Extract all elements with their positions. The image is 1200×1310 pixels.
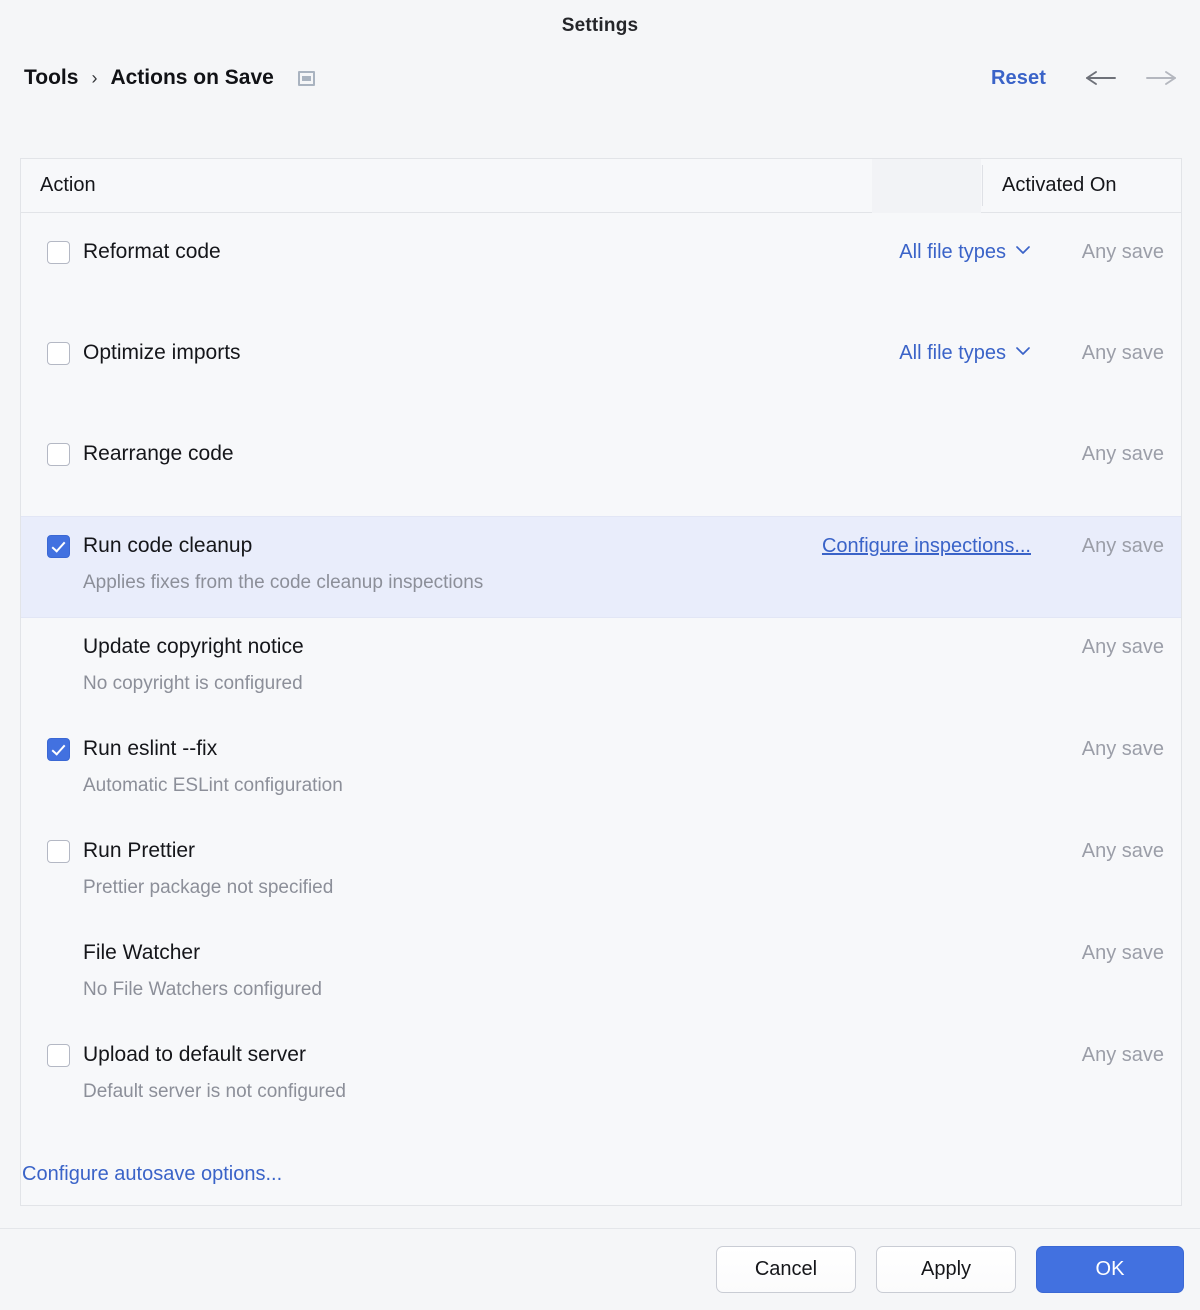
row-labels: Update copyright notice No copyright is c… (83, 634, 1181, 695)
dialog-footer: Cancel Apply OK (0, 1229, 1200, 1310)
row-activated-on: Any save (1082, 738, 1164, 761)
row-title: Rearrange code (83, 441, 1181, 466)
table-row[interactable]: Update copyright notice No copyright is c… (21, 618, 1181, 720)
column-divider[interactable] (982, 165, 983, 206)
row-title: Run eslint --fix (83, 736, 1181, 761)
row-labels: Run eslint --fix Automatic ESLint configu… (83, 736, 1181, 797)
row-checkbox[interactable] (47, 840, 70, 863)
table-row[interactable]: Rearrange codeAny save (21, 415, 1181, 516)
row-config-cell: Configure inspections... (822, 535, 1031, 558)
row-checkbox[interactable] (47, 241, 70, 264)
chevron-down-icon (1015, 339, 1031, 362)
row-subtitle: Applies fixes from the code cleanup insp… (83, 571, 1181, 594)
breadcrumb-separator-icon: › (91, 68, 97, 89)
row-activated-on: Any save (1082, 840, 1164, 863)
column-header-activated-on[interactable]: Activated On (1002, 174, 1117, 197)
table-row[interactable]: Run code cleanupApplies fixes from the c… (21, 516, 1181, 618)
breadcrumb-root[interactable]: Tools (24, 66, 78, 90)
row-checkbox[interactable] (47, 342, 70, 365)
table-header-row: Action Activated On (21, 159, 1181, 213)
file-types-dropdown-label: All file types (899, 241, 1006, 263)
row-title: Update copyright notice (83, 634, 1181, 659)
dialog-titlebar: Settings (0, 0, 1200, 52)
row-checkbox[interactable] (47, 535, 70, 558)
panel-icon[interactable] (298, 71, 315, 86)
reset-button[interactable]: Reset (991, 67, 1046, 90)
panel-icon-inner (302, 76, 311, 81)
table-row[interactable]: Reformat codeAll file typesAny save (21, 213, 1181, 314)
breadcrumb-current: Actions on Save (110, 66, 273, 90)
column-header-action[interactable]: Action (21, 174, 96, 197)
row-activated-on: Any save (1082, 535, 1164, 558)
row-subtitle: No copyright is configured (83, 672, 1181, 695)
configure-autosave-link[interactable]: Configure autosave options... (22, 1163, 282, 1186)
row-labels: File Watcher No File Watchers configured (83, 940, 1181, 1001)
table-row[interactable]: Run eslint --fix Automatic ESLint configu… (21, 720, 1181, 822)
row-labels: Rearrange code (83, 441, 1181, 466)
chevron-down-icon (1015, 238, 1031, 261)
row-title: Upload to default server (83, 1042, 1181, 1067)
table-row[interactable]: File Watcher No File Watchers configured A… (21, 924, 1181, 1026)
row-title: File Watcher (83, 940, 1181, 965)
row-title: Run Prettier (83, 838, 1181, 863)
row-activated-on: Any save (1082, 636, 1164, 659)
table-row[interactable]: Optimize importsAll file typesAny save (21, 314, 1181, 415)
apply-button[interactable]: Apply (876, 1246, 1016, 1293)
table-row[interactable]: Run Prettier Prettier package not specifi… (21, 822, 1181, 924)
actions-table: Action Activated On Reformat codeAll fil… (20, 158, 1182, 1206)
table-body: Reformat codeAll file typesAny saveOptim… (21, 213, 1181, 1128)
file-types-dropdown[interactable]: All file types (899, 241, 1031, 263)
row-subtitle: Prettier package not specified (83, 876, 1181, 899)
row-labels: Run Prettier Prettier package not specifi… (83, 838, 1181, 899)
arrow-left-icon[interactable] (1084, 68, 1118, 88)
dialog-title: Settings (562, 15, 639, 37)
cancel-button[interactable]: Cancel (716, 1246, 856, 1293)
configure-inspections-link[interactable]: Configure inspections... (822, 535, 1031, 557)
row-subtitle: Automatic ESLint configuration (83, 774, 1181, 797)
row-checkbox[interactable] (47, 443, 70, 466)
row-subtitle: No File Watchers configured (83, 978, 1181, 1001)
file-types-dropdown[interactable]: All file types (899, 342, 1031, 364)
row-checkbox[interactable] (47, 738, 70, 761)
row-activated-on: Any save (1082, 942, 1164, 965)
ok-button[interactable]: OK (1036, 1246, 1184, 1293)
row-activated-on: Any save (1082, 1044, 1164, 1067)
arrow-right-icon[interactable] (1144, 68, 1178, 88)
history-nav (1084, 68, 1178, 88)
row-activated-on: Any save (1082, 342, 1164, 365)
row-checkbox[interactable] (47, 1044, 70, 1067)
breadcrumb-bar: Tools › Actions on Save Reset (0, 52, 1200, 104)
row-labels: Upload to default server Default server i… (83, 1042, 1181, 1103)
row-activated-on: Any save (1082, 241, 1164, 264)
row-config-cell: All file types (899, 342, 1031, 365)
row-config-cell: All file types (899, 241, 1031, 264)
row-activated-on: Any save (1082, 443, 1164, 466)
file-types-dropdown-label: All file types (899, 342, 1006, 364)
table-row[interactable]: Upload to default server Default server i… (21, 1026, 1181, 1128)
row-subtitle: Default server is not configured (83, 1080, 1181, 1103)
